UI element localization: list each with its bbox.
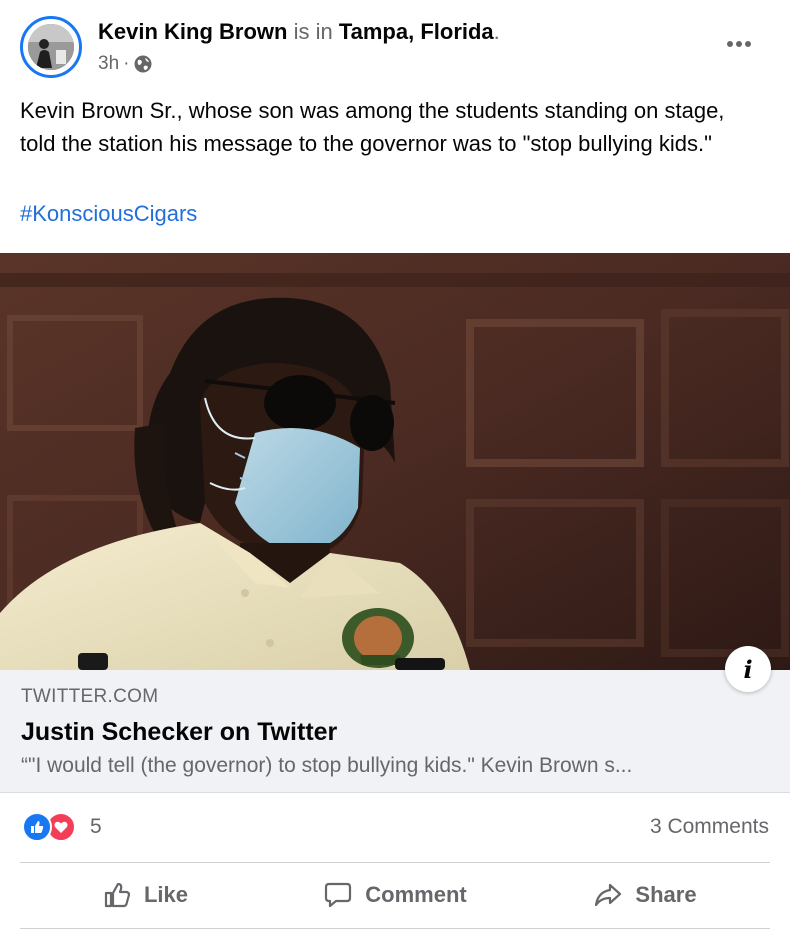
location-link[interactable]: Tampa, Florida	[339, 19, 494, 44]
post-meta: 3h ·	[98, 53, 153, 75]
post-text: Kevin Brown Sr., whose son was among the…	[20, 98, 725, 156]
link-title[interactable]: Justin Schecker on Twitter	[21, 718, 337, 747]
share-label: Share	[635, 882, 697, 907]
share-button[interactable]: Share	[520, 863, 770, 927]
comments-count[interactable]: 3 Comments	[650, 815, 769, 839]
author-line: Kevin King Brown is in Tampa, Florida.	[98, 19, 500, 45]
share-icon	[595, 883, 622, 907]
reaction-count: 5	[90, 815, 102, 838]
divider	[20, 928, 770, 929]
like-label: Like	[143, 882, 189, 907]
avatar-photo	[28, 24, 74, 70]
link-domain: TWITTER.COM	[21, 686, 159, 707]
location-period: .	[493, 19, 500, 44]
globe-icon[interactable]	[133, 54, 153, 74]
thumbs-up-icon	[104, 882, 131, 908]
is-in-text: is in	[293, 19, 333, 44]
hashtag-link[interactable]: #KonsciousCigars	[20, 201, 197, 227]
link-card[interactable]: TWITTER.COM Justin Schecker on Twitter “…	[0, 670, 790, 793]
post-time[interactable]: 3h	[98, 53, 119, 75]
reactions-summary[interactable]: 5	[22, 812, 102, 842]
action-bar: Like Comment Share	[20, 863, 770, 927]
comment-label: Comment	[365, 882, 467, 907]
post-header: Kevin King Brown is in Tampa, Florida. 3…	[20, 16, 770, 80]
author-name[interactable]: Kevin King Brown	[98, 19, 287, 44]
more-options-icon[interactable]	[724, 36, 754, 52]
comment-icon	[325, 882, 352, 908]
like-button[interactable]: Like	[20, 863, 270, 927]
avatar[interactable]	[20, 16, 82, 78]
comment-button[interactable]: Comment	[270, 863, 520, 927]
link-description: “"I would tell (the governor) to stop bu…	[21, 754, 633, 777]
info-icon[interactable]: i	[725, 646, 771, 692]
meta-separator: ·	[123, 53, 130, 74]
like-icon	[22, 812, 52, 842]
link-preview-image[interactable]	[0, 253, 790, 670]
